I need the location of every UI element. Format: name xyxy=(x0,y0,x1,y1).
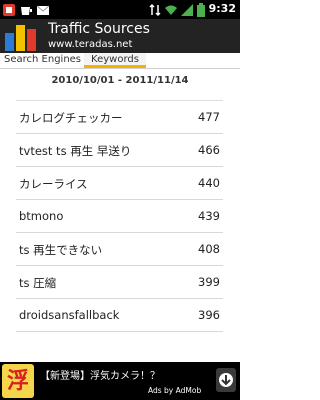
keyword-text: btmono xyxy=(19,209,64,223)
ad-text[interactable]: 【新登場】浮気カメラ！？ xyxy=(40,367,160,382)
keyword-count: 399 xyxy=(198,275,220,289)
table-row[interactable]: ts 圧縮 399 xyxy=(16,266,223,299)
table-row[interactable]: btmono 439 xyxy=(16,200,223,233)
keyword-count: 408 xyxy=(198,242,220,256)
keyword-text: tvtest ts 再生 早送り xyxy=(19,144,132,158)
table-row[interactable]: カレログチェッカー 477 xyxy=(16,101,223,134)
table-row[interactable]: droidsansfallback 396 xyxy=(16,299,223,332)
keyword-text: ts 再生できない xyxy=(19,243,103,257)
keyword-count: 440 xyxy=(198,176,220,190)
tab-search-engines[interactable]: Search Engines xyxy=(4,53,81,67)
app-header: Traffic Sources www.teradas.net xyxy=(0,19,240,53)
keyword-table[interactable]: カレログチェッカー 477 tvtest ts 再生 早送り 466 カレーライ… xyxy=(16,100,223,339)
ad-attribution: Ads by AdMob xyxy=(148,386,202,395)
keyword-count: 439 xyxy=(198,209,220,223)
keyword-text: droidsansfallback xyxy=(19,308,120,322)
app-title: Traffic Sources xyxy=(48,21,150,37)
table-row[interactable]: tvtest ts 再生 早送り 466 xyxy=(16,134,223,167)
date-range: 2010/10/01 - 2011/11/14 xyxy=(51,75,189,86)
download-icon xyxy=(216,373,236,396)
app-subtitle: www.teradas.net xyxy=(48,39,133,50)
table-row[interactable]: ts 再生できない 408 xyxy=(16,233,223,266)
selected-tab-indicator xyxy=(84,65,146,68)
keyword-count: 477 xyxy=(198,110,220,124)
tab-bar: Search Engines Keywords xyxy=(0,53,240,69)
table-row[interactable]: カレーライス 440 xyxy=(16,167,223,200)
status-bar: 9:32 xyxy=(0,0,240,19)
clock: 9:32 xyxy=(208,2,236,15)
ad-logo: 浮 xyxy=(2,364,34,398)
keyword-count: 396 xyxy=(198,308,220,322)
bar-chart-icon xyxy=(3,19,43,53)
download-button[interactable] xyxy=(216,368,236,392)
keyword-text: ts 圧縮 xyxy=(19,276,57,290)
keyword-count: 466 xyxy=(198,143,220,157)
keyword-text: カレログチェッカー xyxy=(19,111,123,125)
ad-banner[interactable]: 浮 【新登場】浮気カメラ！？ Ads by AdMob xyxy=(0,362,240,400)
keyword-text: カレーライス xyxy=(19,177,88,191)
